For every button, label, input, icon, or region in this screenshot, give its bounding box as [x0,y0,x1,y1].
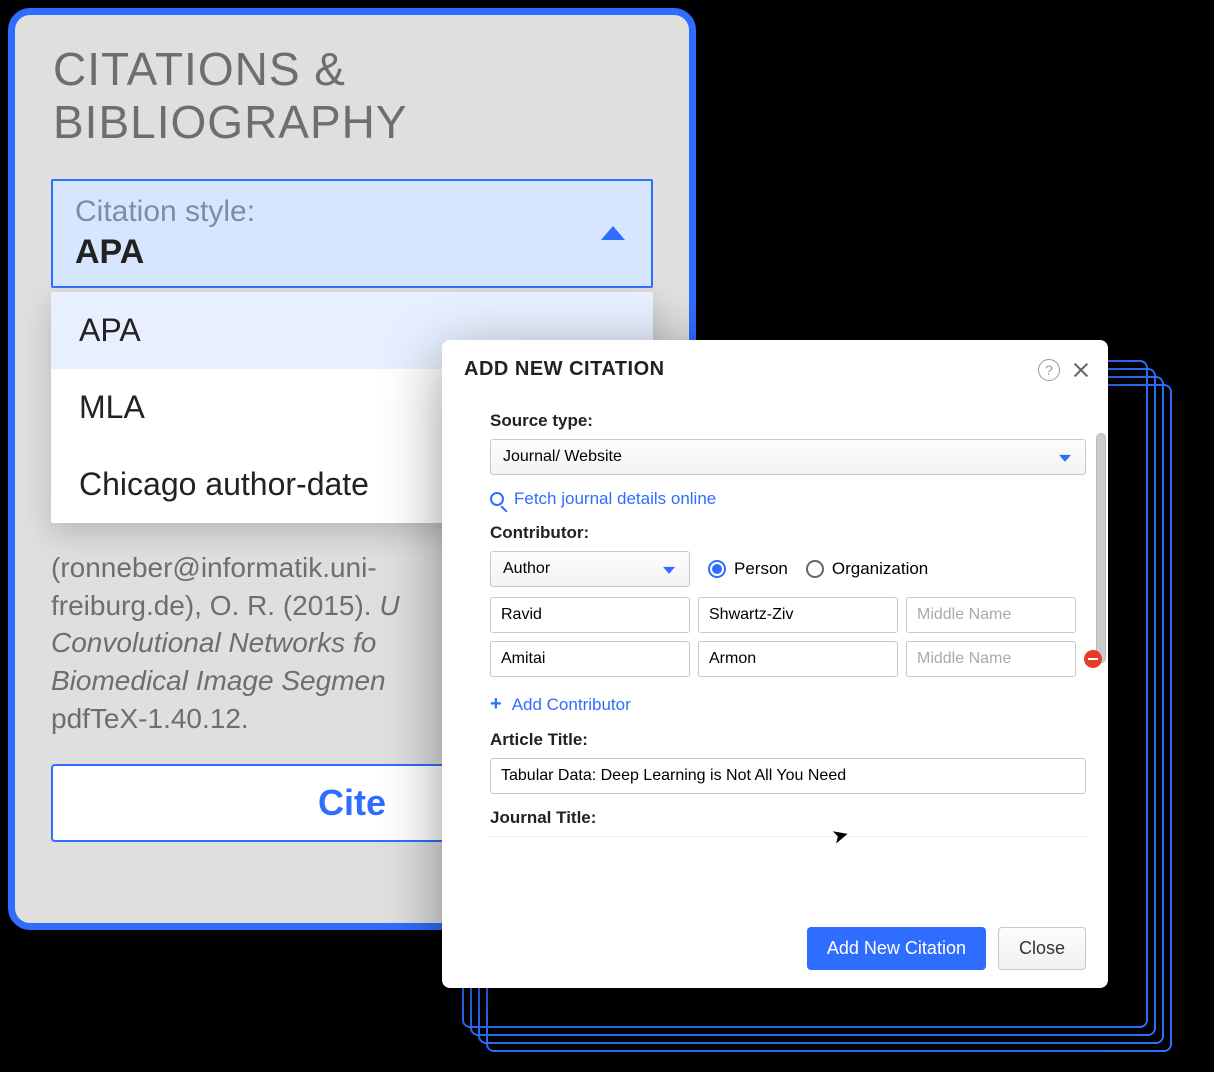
help-icon[interactable]: ? [1038,359,1060,381]
preview-text: Biomedical Image Segmen [51,665,386,696]
article-title-input[interactable] [490,758,1086,794]
radio-icon [806,560,824,578]
journal-title-label: Journal Title: [490,808,1086,828]
dialog-footer: Add New Citation Close [442,913,1108,988]
add-citation-button[interactable]: Add New Citation [807,927,986,970]
plus-icon: + [490,693,502,716]
radio-person-label: Person [734,559,788,579]
panel-title: CITATIONS & BIBLIOGRAPHY [15,15,689,159]
chevron-down-icon [1059,455,1071,462]
middle-name-input[interactable] [906,597,1076,633]
add-contributor-text: Add Contributor [512,695,631,715]
preview-text: Convolutional Networks fo [51,627,376,658]
radio-organization[interactable]: Organization [806,559,928,579]
dialog-body: Source type: Journal/ Website Fetch jour… [442,395,1108,913]
contributor-type-value: Author [503,560,550,577]
first-name-input[interactable] [490,597,690,633]
dialog-header: ADD NEW CITATION ? [442,340,1108,395]
add-contributor-link[interactable]: + Add Contributor [490,693,1086,716]
scrollbar-thumb[interactable] [1096,433,1106,663]
contributor-type-select[interactable]: Author [490,551,690,587]
citation-style-label: Citation style: [75,195,629,229]
chevron-up-icon [601,226,625,240]
citation-style-value: APA [75,233,629,272]
middle-name-input[interactable] [906,641,1076,677]
source-type-value: Journal/ Website [503,448,622,465]
radio-person[interactable]: Person [708,559,788,579]
dialog-title: ADD NEW CITATION [464,358,1038,381]
fetch-details-link[interactable]: Fetch journal details online [490,489,1086,509]
article-title-label: Article Title: [490,730,1086,750]
close-icon[interactable] [1072,361,1090,379]
contributor-label: Contributor: [490,523,1086,543]
first-name-input[interactable] [490,641,690,677]
search-icon [490,492,504,506]
preview-text: freiburg.de), O. R. (2015). [51,590,372,621]
fetch-link-text: Fetch journal details online [514,489,716,509]
source-type-select[interactable]: Journal/ Website [490,439,1086,475]
last-name-input[interactable] [698,641,898,677]
preview-text: (ronneber@informatik.uni- [51,552,377,583]
chevron-down-icon [663,567,675,574]
remove-row-icon[interactable] [1084,650,1102,668]
add-citation-dialog: ADD NEW CITATION ? Source type: Journal/… [442,340,1108,988]
preview-text: U [379,590,399,621]
last-name-input[interactable] [698,597,898,633]
close-button[interactable]: Close [998,927,1086,970]
preview-text: pdfTeX-1.40.12. [51,703,249,734]
citation-style-select[interactable]: Citation style: APA [51,179,653,288]
radio-icon [708,560,726,578]
radio-org-label: Organization [832,559,928,579]
source-type-label: Source type: [490,411,1086,431]
